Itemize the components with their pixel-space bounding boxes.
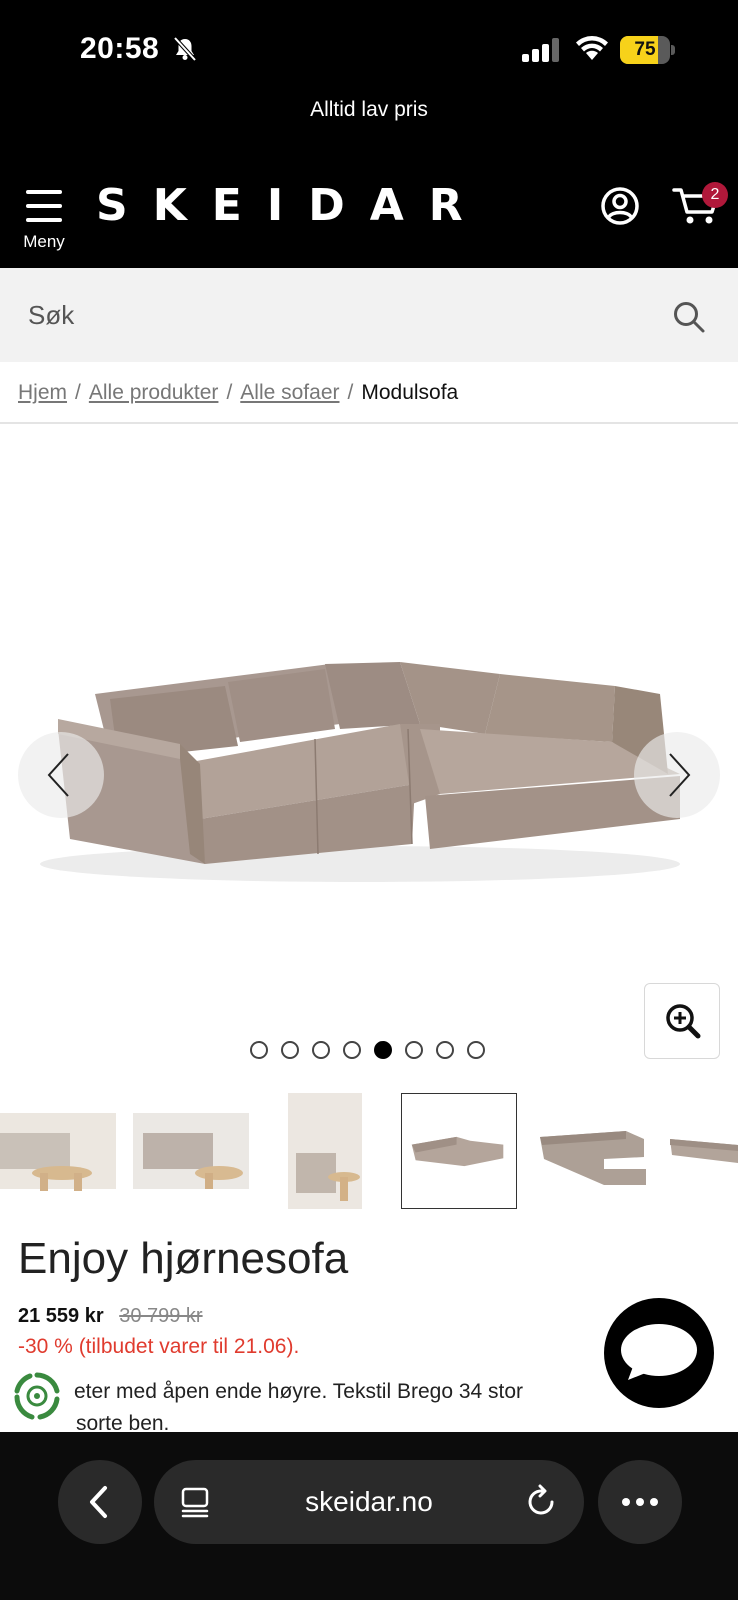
ellipsis-icon <box>622 1498 658 1506</box>
chevron-left-icon <box>47 753 69 797</box>
more-options-button[interactable] <box>598 1460 682 1544</box>
description-line: eter med åpen ende høyre. Tekstil Brego … <box>74 1380 524 1403</box>
carousel-dot[interactable] <box>405 1041 423 1059</box>
carousel-dot[interactable] <box>281 1041 299 1059</box>
breadcrumb-all-products[interactable]: Alle produkter <box>89 381 219 404</box>
top-header-area: 20:58 75 Alltid lav pris Meny SKEIDAR 2 <box>0 0 738 268</box>
account-icon[interactable] <box>600 186 640 226</box>
url-text: skeidar.no <box>305 1486 433 1517</box>
search-icon[interactable] <box>672 300 706 334</box>
breadcrumb-home[interactable]: Hjem <box>18 381 67 404</box>
thumbnail[interactable] <box>266 1093 382 1209</box>
chevron-right-icon <box>669 753 691 797</box>
search-bar <box>0 268 738 362</box>
battery-level: 75 <box>634 39 656 60</box>
zoom-button[interactable] <box>644 983 720 1059</box>
product-description: eter med åpen ende høyre. Tekstil Brego … <box>74 1376 674 1440</box>
breadcrumb-separator: / <box>347 381 354 404</box>
breadcrumb-separator: / <box>226 381 233 404</box>
product-image-gallery[interactable] <box>0 424 738 1074</box>
current-price: 21 559 kr <box>18 1305 104 1327</box>
search-input[interactable] <box>28 290 648 340</box>
carousel-dot[interactable] <box>467 1041 485 1059</box>
hamburger-icon <box>26 190 62 224</box>
carousel-dot-active[interactable] <box>374 1041 392 1059</box>
tab-overview-icon[interactable] <box>180 1486 210 1518</box>
discount-text: -30 % (tilbudet varer til 21.06). <box>18 1335 300 1358</box>
next-image-button[interactable] <box>634 732 720 818</box>
chevron-left-icon <box>90 1486 107 1518</box>
product-title: Enjoy hjørnesofa <box>18 1234 349 1283</box>
carousel-dot[interactable] <box>343 1041 361 1059</box>
original-price: 30 799 kr <box>119 1305 203 1327</box>
thumbnail[interactable] <box>666 1093 738 1209</box>
price-row: 21 559 kr 30 799 kr <box>18 1305 203 1328</box>
browser-back-button[interactable] <box>58 1460 142 1544</box>
zoom-in-icon <box>666 1004 701 1039</box>
menu-label: Meny <box>23 232 65 251</box>
recycle-eco-icon <box>14 1372 60 1420</box>
breadcrumb-all-sofas[interactable]: Alle sofaer <box>240 381 339 404</box>
battery-indicator: 75 <box>620 36 675 64</box>
cellular-signal-icon <box>522 38 559 62</box>
address-bar[interactable]: skeidar.no <box>154 1460 584 1544</box>
breadcrumb: Hjem / Alle produkter / Alle sofaer / Modulsof… <box>18 381 458 405</box>
site-logo[interactable]: SKEIDAR <box>96 180 488 231</box>
carousel-dot[interactable] <box>436 1041 454 1059</box>
reload-icon[interactable] <box>526 1484 558 1518</box>
bell-muted-icon <box>173 36 197 62</box>
previous-image-button[interactable] <box>18 732 104 818</box>
thumbnail-strip <box>0 1093 738 1211</box>
status-time: 20:58 <box>80 32 160 65</box>
thumbnail-active[interactable] <box>401 1093 517 1209</box>
product-image <box>40 662 680 882</box>
cart-count-badge: 2 <box>702 182 728 208</box>
carousel-dot[interactable] <box>250 1041 268 1059</box>
breadcrumb-current: Modulsofa <box>361 381 459 404</box>
menu-button[interactable]: Meny <box>18 186 70 251</box>
breadcrumb-separator: / <box>75 381 81 404</box>
thumbnail[interactable] <box>534 1093 650 1209</box>
chat-button[interactable] <box>604 1298 714 1408</box>
promo-banner[interactable]: Alltid lav pris <box>0 98 738 122</box>
wifi-icon <box>576 36 608 60</box>
chat-bubble-icon <box>621 1324 697 1380</box>
carousel-dot[interactable] <box>312 1041 330 1059</box>
thumbnail[interactable] <box>133 1093 249 1209</box>
thumbnail[interactable] <box>0 1093 116 1209</box>
